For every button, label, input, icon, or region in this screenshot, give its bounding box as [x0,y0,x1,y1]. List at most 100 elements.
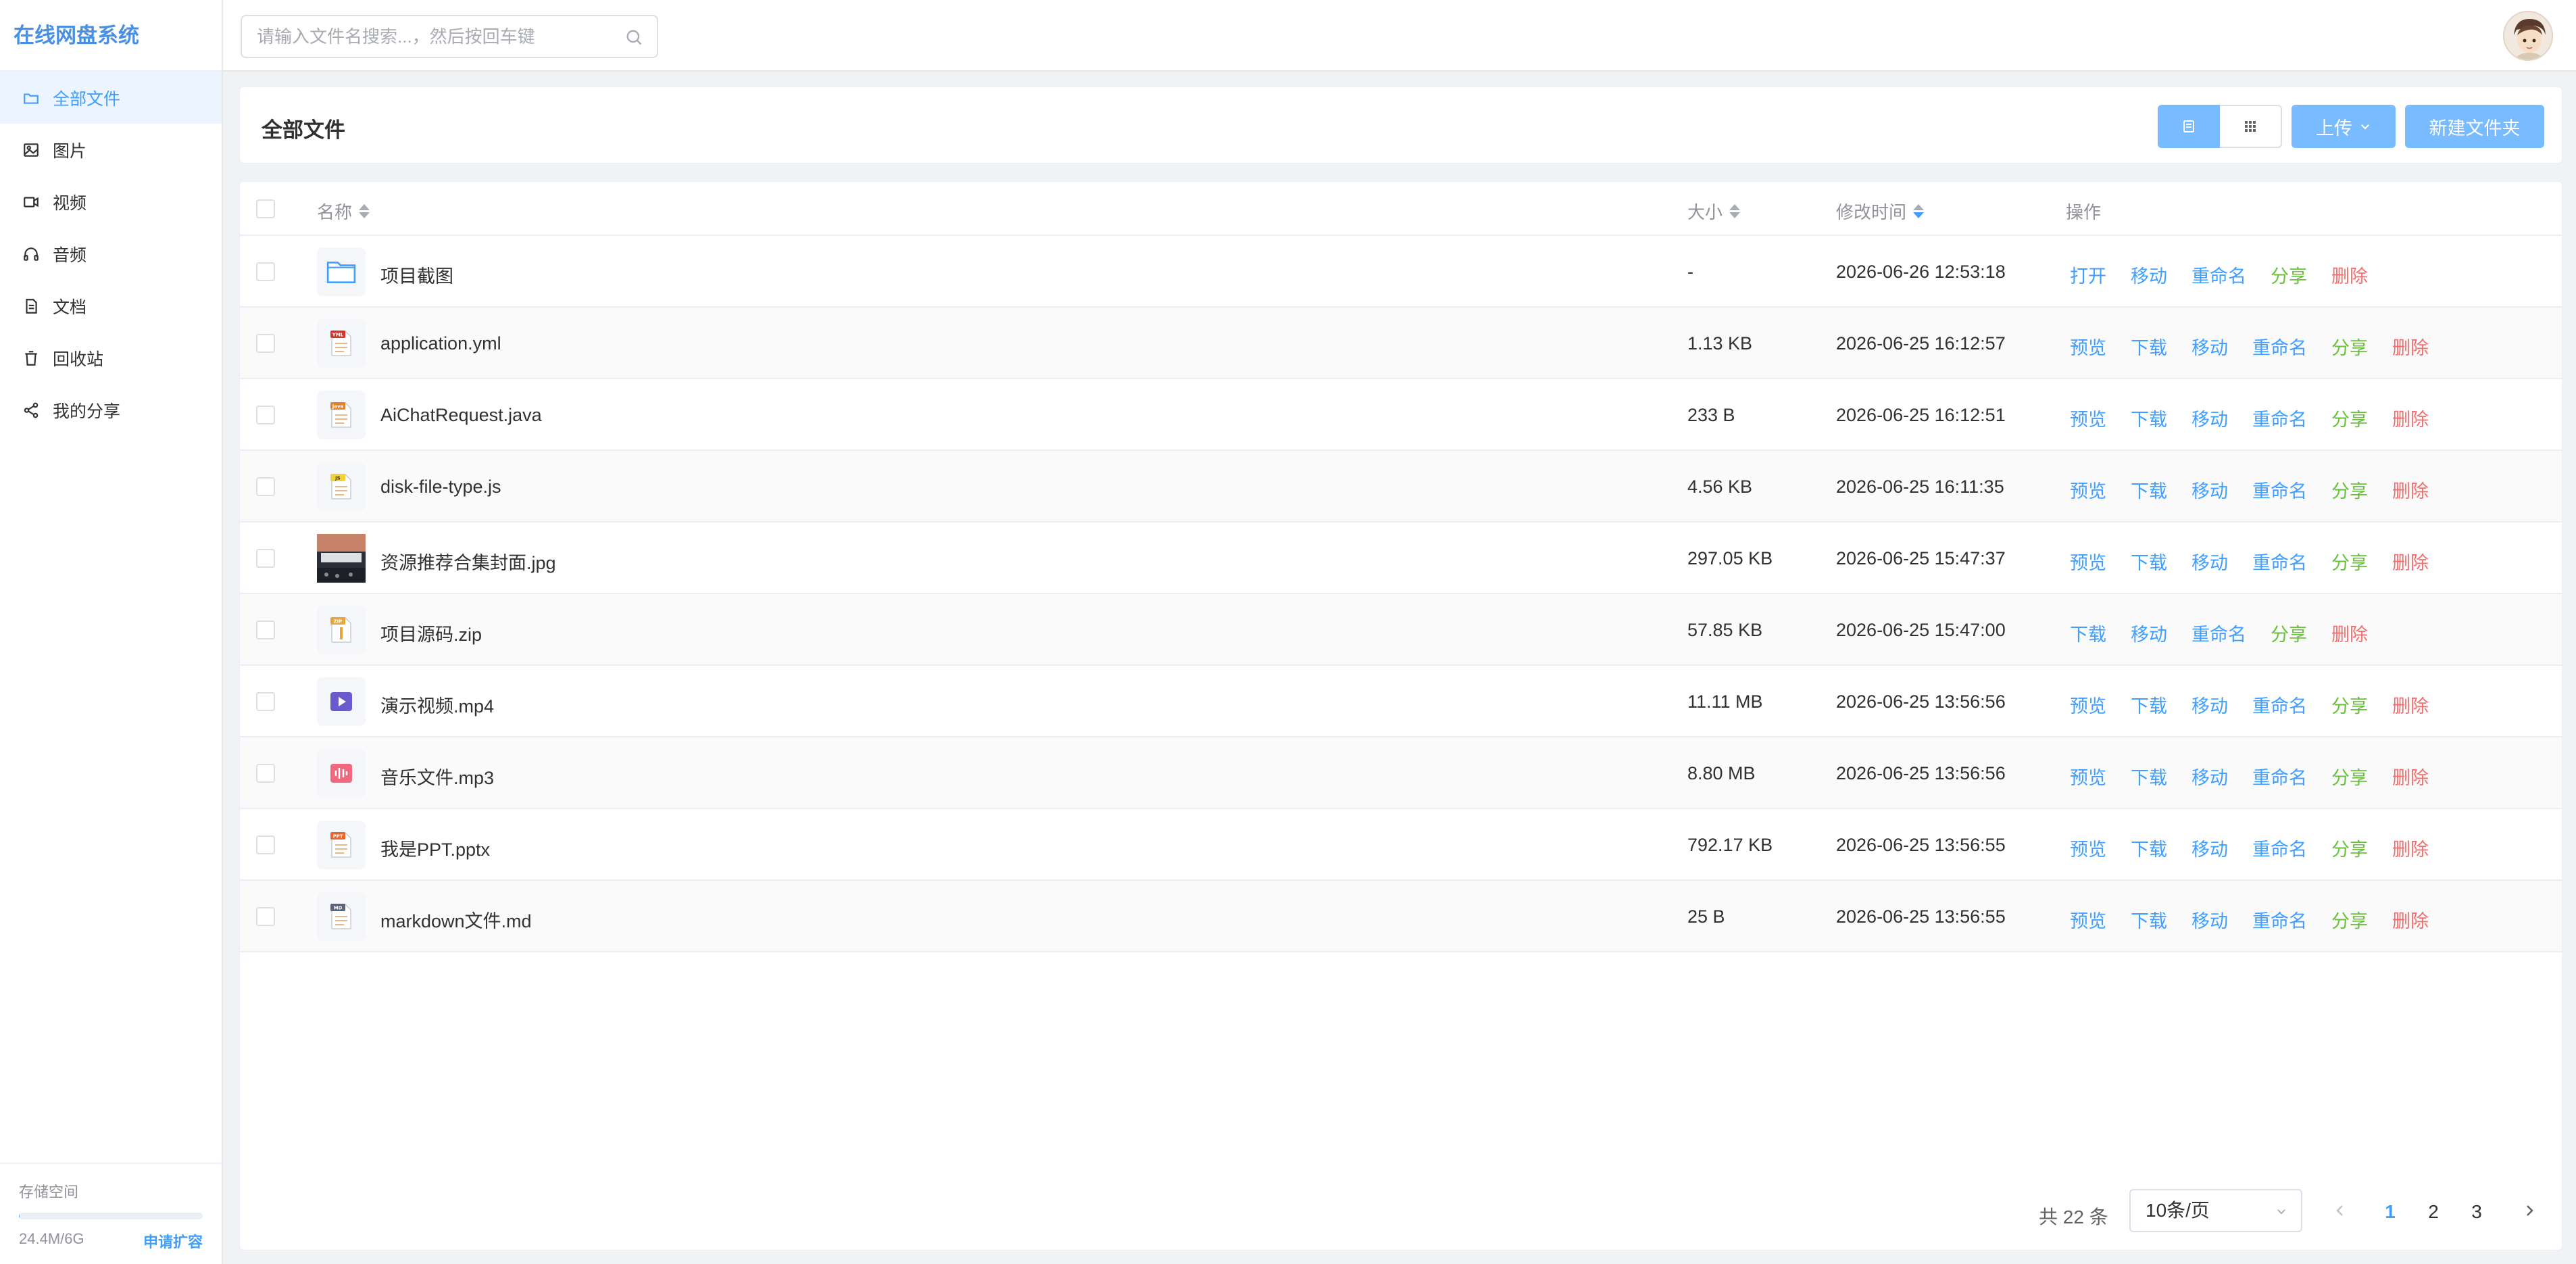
move-action[interactable]: 移动 [2131,620,2167,646]
table-row[interactable]: 资源推荐合集封面.jpg 297.05 KB 2026-06-25 15:47:37… [240,522,2562,594]
preview-action[interactable]: 预览 [2070,405,2106,431]
user-avatar[interactable] [2503,11,2553,61]
delete-action[interactable]: 删除 [2392,548,2429,575]
row-checkbox[interactable] [256,262,275,281]
download-action[interactable]: 下载 [2131,405,2167,431]
file-name[interactable]: 我是PPT.pptx [380,835,490,861]
row-checkbox[interactable] [256,549,275,568]
sort-icon[interactable] [359,204,370,218]
page-3[interactable]: 3 [2463,1201,2490,1223]
table-row[interactable]: Java AiChatRequest.java 233 B 2026-06-25 16… [240,379,2562,451]
download-action[interactable]: 下载 [2131,333,2167,360]
move-action[interactable]: 移动 [2191,835,2228,861]
share-action[interactable]: 分享 [2331,405,2368,431]
delete-action[interactable]: 删除 [2331,620,2368,646]
column-name-header[interactable]: 名称 [317,199,370,224]
sidebar-item-2[interactable]: 视频 [0,176,222,228]
grid-view-button[interactable] [2220,105,2282,148]
move-action[interactable]: 移动 [2191,333,2228,360]
search-icon[interactable] [624,28,643,47]
share-action[interactable]: 分享 [2331,691,2368,718]
download-action[interactable]: 下载 [2131,835,2167,861]
file-name[interactable]: application.yml [380,333,501,354]
page-1[interactable]: 1 [2377,1201,2404,1223]
row-checkbox[interactable] [256,334,275,353]
sort-icon[interactable] [1913,204,1925,218]
row-checkbox[interactable] [256,477,275,496]
delete-action[interactable]: 删除 [2331,262,2368,288]
row-checkbox[interactable] [256,621,275,639]
file-name[interactable]: AiChatRequest.java [380,405,542,426]
table-row[interactable]: 音乐文件.mp3 8.80 MB 2026-06-25 13:56:56 预览 下载 移动… [240,737,2562,809]
table-row[interactable]: 项目截图 - 2026-06-26 12:53:18 打开 移动 重命名 分享 删除 [240,236,2562,308]
share-action[interactable]: 分享 [2271,620,2307,646]
download-action[interactable]: 下载 [2131,477,2167,503]
sidebar-item-0[interactable]: 全部文件 [0,72,222,124]
move-action[interactable]: 移动 [2191,691,2228,718]
page-size-select[interactable]: 10条/页 [2129,1189,2302,1232]
page-2[interactable]: 2 [2420,1201,2447,1223]
sidebar-item-4[interactable]: 文档 [0,280,222,332]
download-action[interactable]: 下载 [2131,906,2167,933]
delete-action[interactable]: 删除 [2392,477,2429,503]
move-action[interactable]: 移动 [2191,763,2228,789]
table-row[interactable]: YML application.yml 1.13 KB 2026-06-25 16:1… [240,308,2562,379]
rename-action[interactable]: 重命名 [2252,691,2307,718]
share-action[interactable]: 分享 [2271,262,2307,288]
table-row[interactable]: PPT 我是PPT.pptx 792.17 KB 2026-06-25 13:56:5… [240,809,2562,881]
delete-action[interactable]: 删除 [2392,906,2429,933]
select-all-checkbox[interactable] [256,199,275,218]
table-row[interactable]: ZIP 项目源码.zip 57.85 KB 2026-06-25 15:47:00 下载… [240,594,2562,666]
table-row[interactable]: 演示视频.mp4 11.11 MB 2026-06-25 13:56:56 预览 下载移… [240,666,2562,737]
move-action[interactable]: 移动 [2191,548,2228,575]
row-checkbox[interactable] [256,764,275,783]
rename-action[interactable]: 重命名 [2252,548,2307,575]
delete-action[interactable]: 删除 [2392,333,2429,360]
rename-action[interactable]: 重命名 [2252,333,2307,360]
rename-action[interactable]: 重命名 [2252,763,2307,789]
sidebar-item-3[interactable]: 音频 [0,228,222,280]
table-row[interactable]: MD markdown文件.md 25 B 2026-06-25 13:56:55 预览… [240,881,2562,952]
preview-action[interactable]: 预览 [2070,763,2106,789]
file-name[interactable]: markdown文件.md [380,906,532,933]
row-checkbox[interactable] [256,835,275,854]
file-name[interactable]: 项目源码.zip [380,620,482,646]
share-action[interactable]: 分享 [2331,763,2368,789]
new-folder-button[interactable]: 新建文件夹 [2405,105,2544,148]
move-action[interactable]: 移动 [2191,477,2228,503]
move-action[interactable]: 移动 [2191,906,2228,933]
file-name[interactable]: 演示视频.mp4 [380,691,494,718]
prev-page-icon[interactable] [2332,1202,2348,1219]
share-action[interactable]: 分享 [2331,906,2368,933]
rename-action[interactable]: 重命名 [2252,906,2307,933]
move-action[interactable]: 移动 [2191,405,2228,431]
file-name[interactable]: 音乐文件.mp3 [380,763,494,789]
share-action[interactable]: 分享 [2331,333,2368,360]
preview-action[interactable]: 预览 [2070,835,2106,861]
preview-action[interactable]: 预览 [2070,548,2106,575]
rename-action[interactable]: 重命名 [2191,620,2246,646]
delete-action[interactable]: 删除 [2392,405,2429,431]
sidebar-item-1[interactable]: 图片 [0,124,222,176]
column-size-header[interactable]: 大小 [1687,199,1741,224]
list-view-button[interactable] [2158,105,2220,148]
share-action[interactable]: 分享 [2331,548,2368,575]
share-action[interactable]: 分享 [2331,477,2368,503]
row-checkbox[interactable] [256,406,275,424]
next-page-icon[interactable] [2521,1202,2537,1219]
file-name[interactable]: 项目截图 [380,262,453,288]
preview-action[interactable]: 预览 [2070,906,2106,933]
column-modified-header[interactable]: 修改时间 [1836,199,1925,224]
rename-action[interactable]: 重命名 [2191,262,2246,288]
share-action[interactable]: 分享 [2331,835,2368,861]
sort-icon[interactable] [1729,204,1741,218]
apply-expansion-link[interactable]: 申请扩容 [143,1230,203,1252]
delete-action[interactable]: 删除 [2392,763,2429,789]
sidebar-item-5[interactable]: 回收站 [0,332,222,384]
preview-action[interactable]: 预览 [2070,333,2106,360]
file-name[interactable]: disk-file-type.js [380,477,501,497]
rename-action[interactable]: 重命名 [2252,405,2307,431]
rename-action[interactable]: 重命名 [2252,835,2307,861]
table-row[interactable]: JS disk-file-type.js 4.56 KB 2026-06-25 16:… [240,451,2562,522]
search-input[interactable] [242,16,607,57]
